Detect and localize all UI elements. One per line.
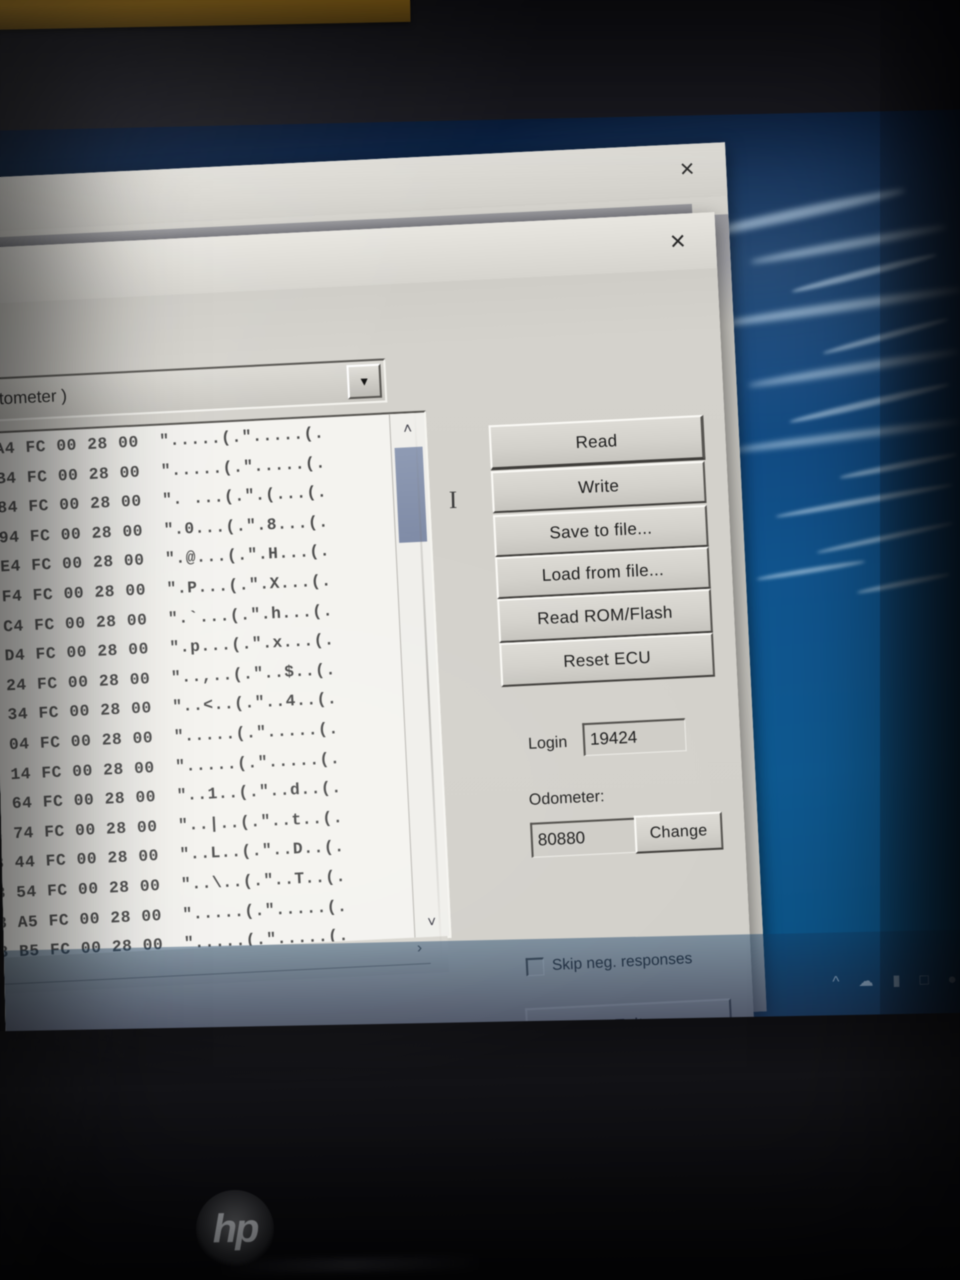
- save-to-file-label: Save to file...: [549, 518, 653, 543]
- chevron-up-icon[interactable]: ^: [832, 973, 839, 990]
- odometer-input[interactable]: 80880: [530, 817, 650, 858]
- reset-ecu-label: Reset ECU: [562, 647, 652, 672]
- laptop-photo: × Key learning K-line ▼ ×: [0, 0, 960, 1280]
- ecu-tool-dialog[interactable]: × 6,VDO96,Motometer ) ▼ 0 22 E3 08 A4 FC…: [0, 212, 756, 1056]
- hex-dump-rows: 0 22 E3 08 A4 FC 00 28 00 ".....(.".....…: [0, 416, 426, 964]
- login-label: Login: [527, 733, 568, 753]
- chevron-down-icon[interactable]: ▼: [346, 363, 383, 400]
- load-from-file-label: Load from file...: [541, 560, 665, 585]
- laptop-bottom-bezel: [0, 1012, 960, 1280]
- close-icon[interactable]: ×: [663, 226, 692, 257]
- scroll-down-icon[interactable]: ˅: [414, 906, 449, 938]
- login-input[interactable]: 19424: [582, 718, 687, 757]
- laptop-screen: × Key learning K-line ▼ ×: [0, 109, 960, 1056]
- reset-ecu-button[interactable]: Reset ECU: [499, 632, 716, 688]
- text-cursor-icon: I: [448, 486, 458, 515]
- change-odometer-button[interactable]: Change: [633, 811, 724, 854]
- change-button-label: Change: [649, 822, 708, 843]
- read-button-label: Read: [575, 431, 618, 453]
- write-button-label: Write: [577, 476, 620, 498]
- odometer-label: Odometer:: [528, 788, 605, 809]
- scroll-up-icon[interactable]: ˄: [390, 413, 425, 445]
- read-rom-flash-label: Read ROM/Flash: [536, 602, 674, 629]
- onedrive-icon[interactable]: ☁: [858, 973, 873, 990]
- scrollbar-thumb[interactable]: [394, 446, 428, 543]
- device-combo-value: 6,VDO96,Motometer ): [0, 385, 68, 414]
- close-icon[interactable]: ×: [674, 155, 701, 184]
- hex-dump-listbox[interactable]: 0 22 E3 08 A4 FC 00 28 00 ".....(.".....…: [0, 410, 452, 965]
